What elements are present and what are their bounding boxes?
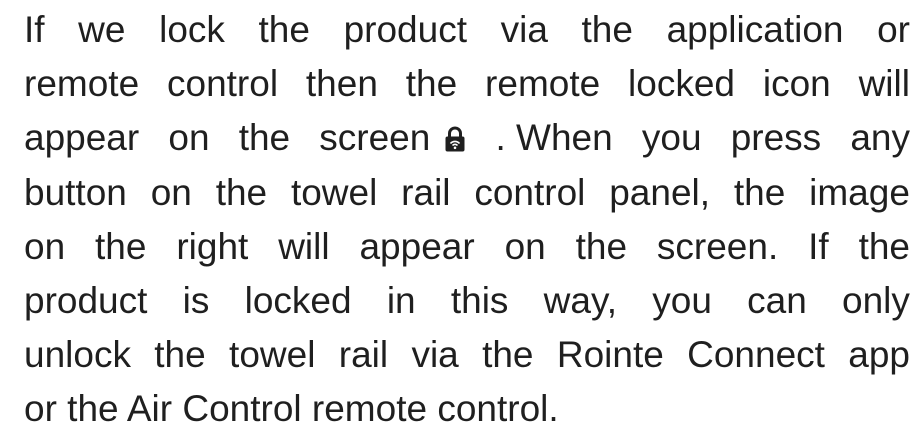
word: press (730, 117, 822, 159)
word: on (168, 117, 210, 159)
word: or (877, 9, 910, 50)
word: remote (24, 63, 140, 105)
word: remote (485, 63, 601, 105)
word: can (747, 279, 807, 321)
word: will (858, 63, 910, 105)
line-6: product is locked in this way, you can o… (24, 274, 910, 328)
word: will (278, 225, 330, 267)
line-7: unlock the towel rail via the Rointe Con… (24, 328, 910, 382)
word: rail (401, 171, 451, 213)
word: the (733, 171, 786, 213)
word: appear (359, 225, 475, 267)
word: locked (628, 63, 735, 105)
line-5: on the right will appear on the screen. … (24, 220, 910, 274)
word: only (842, 279, 910, 321)
word: towel (229, 334, 316, 376)
word: If (24, 9, 45, 50)
word: icon (762, 63, 831, 105)
word: panel, (609, 171, 711, 213)
word: screen. (656, 225, 779, 267)
word: is (182, 279, 210, 321)
word: application (666, 9, 844, 50)
word: screen (319, 117, 431, 159)
word: appear (24, 117, 140, 159)
word: button (24, 171, 127, 213)
line-2: remote control then the remote locked ic… (24, 57, 910, 111)
word: then (305, 63, 378, 105)
word: the (258, 9, 310, 50)
word: app (848, 334, 910, 376)
word: you (641, 117, 702, 159)
word: image (809, 171, 910, 213)
line-4: button on the towel rail control panel, … (24, 166, 910, 220)
word: the (581, 9, 633, 50)
word: Rointe (556, 334, 664, 376)
word: the (215, 171, 268, 213)
word: product (24, 279, 148, 321)
word: . When (495, 117, 613, 159)
word: locked (244, 279, 352, 321)
word: product (343, 9, 467, 50)
word: via (411, 334, 459, 376)
word: any (850, 117, 910, 159)
word: the (482, 334, 534, 376)
word: the (405, 63, 458, 105)
word: the (154, 334, 206, 376)
word: in (386, 279, 416, 321)
word: towel (290, 171, 378, 213)
word: right (176, 225, 249, 267)
line-8: or the Air Control remote control. (24, 388, 559, 430)
line-1: If we lock the product via the applicati… (24, 3, 910, 57)
word: the (575, 225, 628, 267)
word: the (95, 225, 147, 267)
remote-lock-icon (445, 126, 465, 152)
word: control (474, 171, 586, 213)
screen-word-with-icon: screen (319, 111, 466, 165)
word: on (24, 225, 66, 267)
word: way, (543, 279, 618, 321)
word: Connect (687, 334, 825, 376)
word: via (500, 9, 548, 50)
word: unlock (24, 334, 131, 376)
word: you (652, 279, 712, 321)
word: control (167, 63, 279, 105)
word: rail (338, 334, 389, 376)
word: on (150, 171, 192, 213)
word: lock (159, 9, 225, 50)
word: the (858, 225, 910, 267)
word: If (808, 225, 829, 267)
word: we (78, 9, 126, 50)
word: on (504, 225, 546, 267)
word: the (238, 117, 291, 159)
paragraph: If we lock the product via the applicati… (24, 3, 910, 437)
word: this (450, 279, 509, 321)
line-3: appear on the screen . When you press an… (24, 111, 910, 165)
